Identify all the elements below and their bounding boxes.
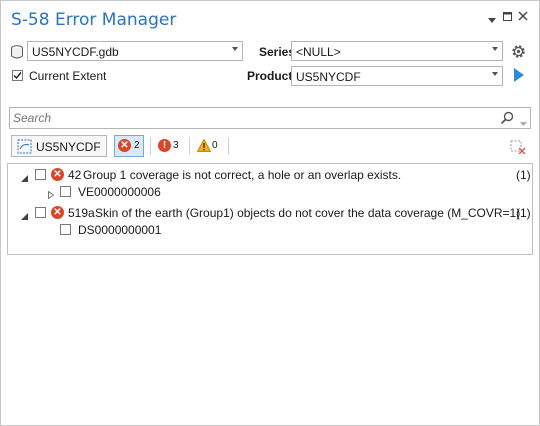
cell-icon xyxy=(17,139,32,157)
menu-dropdown-icon[interactable] xyxy=(488,13,496,27)
collapsed-triangle-icon[interactable] xyxy=(48,188,55,202)
item-message: Skin of the earth (Group1) objects do no… xyxy=(95,206,521,220)
info-count: 0 xyxy=(212,140,218,151)
series-value: <NULL> xyxy=(296,45,341,59)
tree-child-item[interactable]: VE0000000006 xyxy=(8,184,532,200)
search-options-chevron-icon[interactable] xyxy=(520,116,527,130)
item-message: Group 1 coverage is not correct, a hole … xyxy=(83,168,402,182)
chevron-down-icon xyxy=(492,47,498,51)
error-icon: ✕ xyxy=(51,206,64,219)
product-value: US5NYCDF xyxy=(296,70,361,84)
check-icon xyxy=(13,72,22,80)
item-count: (1) xyxy=(516,206,531,220)
tree-child-item[interactable]: DS0000000001 xyxy=(8,222,532,238)
tree-item[interactable]: ✕ 42 Group 1 coverage is not correct, a … xyxy=(8,167,532,183)
search-input[interactable] xyxy=(13,110,483,126)
error-manager-pane: S-58 Error Manager US5NYCDF.gdb Series <… xyxy=(0,0,540,426)
errors-count: 2 xyxy=(134,140,140,151)
toolbar-divider xyxy=(228,137,229,155)
expanded-triangle-icon[interactable] xyxy=(21,209,28,223)
title-bar: S-58 Error Manager xyxy=(1,1,539,35)
error-icon: ✕ xyxy=(118,139,131,152)
chevron-down-icon xyxy=(492,72,498,76)
maximize-icon[interactable] xyxy=(503,11,513,25)
child-label: DS0000000001 xyxy=(78,223,162,237)
item-code: 519a xyxy=(68,206,95,220)
warning-circle-icon: ! xyxy=(158,139,171,152)
current-extent-checkbox[interactable] xyxy=(12,70,23,81)
series-label: Series xyxy=(259,45,296,59)
pane-title: S-58 Error Manager xyxy=(11,10,177,30)
current-extent-label: Current Extent xyxy=(29,69,107,83)
tree-item[interactable]: ✕ 519a Skin of the earth (Group1) object… xyxy=(8,205,532,221)
child-label: VE0000000006 xyxy=(78,185,161,199)
toolbar-divider xyxy=(189,137,190,155)
item-count: (1) xyxy=(516,168,531,182)
error-icon: ✕ xyxy=(51,168,64,181)
gear-icon[interactable] xyxy=(510,43,527,63)
warning-triangle-icon xyxy=(196,138,212,155)
database-select[interactable]: US5NYCDF.gdb xyxy=(27,41,243,61)
database-icon xyxy=(10,45,24,62)
product-label: Product xyxy=(247,69,293,83)
cell-button[interactable]: US5NYCDF xyxy=(11,135,107,157)
warnings-count: 3 xyxy=(173,140,179,151)
warnings-filter-button[interactable]: ! 3 xyxy=(156,135,186,157)
info-filter-button[interactable]: 0 xyxy=(195,135,225,157)
series-select[interactable]: <NULL> xyxy=(291,41,503,61)
errors-filter-button[interactable]: ✕ 2 xyxy=(114,135,144,157)
item-checkbox[interactable] xyxy=(35,169,46,180)
run-play-icon[interactable] xyxy=(513,68,525,85)
database-value: US5NYCDF.gdb xyxy=(32,45,119,59)
clear-selection-icon[interactable] xyxy=(510,140,526,157)
item-checkbox[interactable] xyxy=(60,186,71,197)
chevron-down-icon xyxy=(232,47,238,51)
cell-button-label: US5NYCDF xyxy=(36,140,101,154)
toolbar-divider xyxy=(150,137,151,155)
search-icon[interactable] xyxy=(500,111,514,128)
expanded-triangle-icon[interactable] xyxy=(21,171,28,185)
item-checkbox[interactable] xyxy=(60,224,71,235)
search-box xyxy=(9,107,531,129)
item-checkbox[interactable] xyxy=(35,207,46,218)
close-icon[interactable] xyxy=(518,10,528,24)
item-code: 42 xyxy=(68,168,82,182)
product-select[interactable]: US5NYCDF xyxy=(291,66,503,86)
error-tree: ✕ 42 Group 1 coverage is not correct, a … xyxy=(7,163,533,255)
